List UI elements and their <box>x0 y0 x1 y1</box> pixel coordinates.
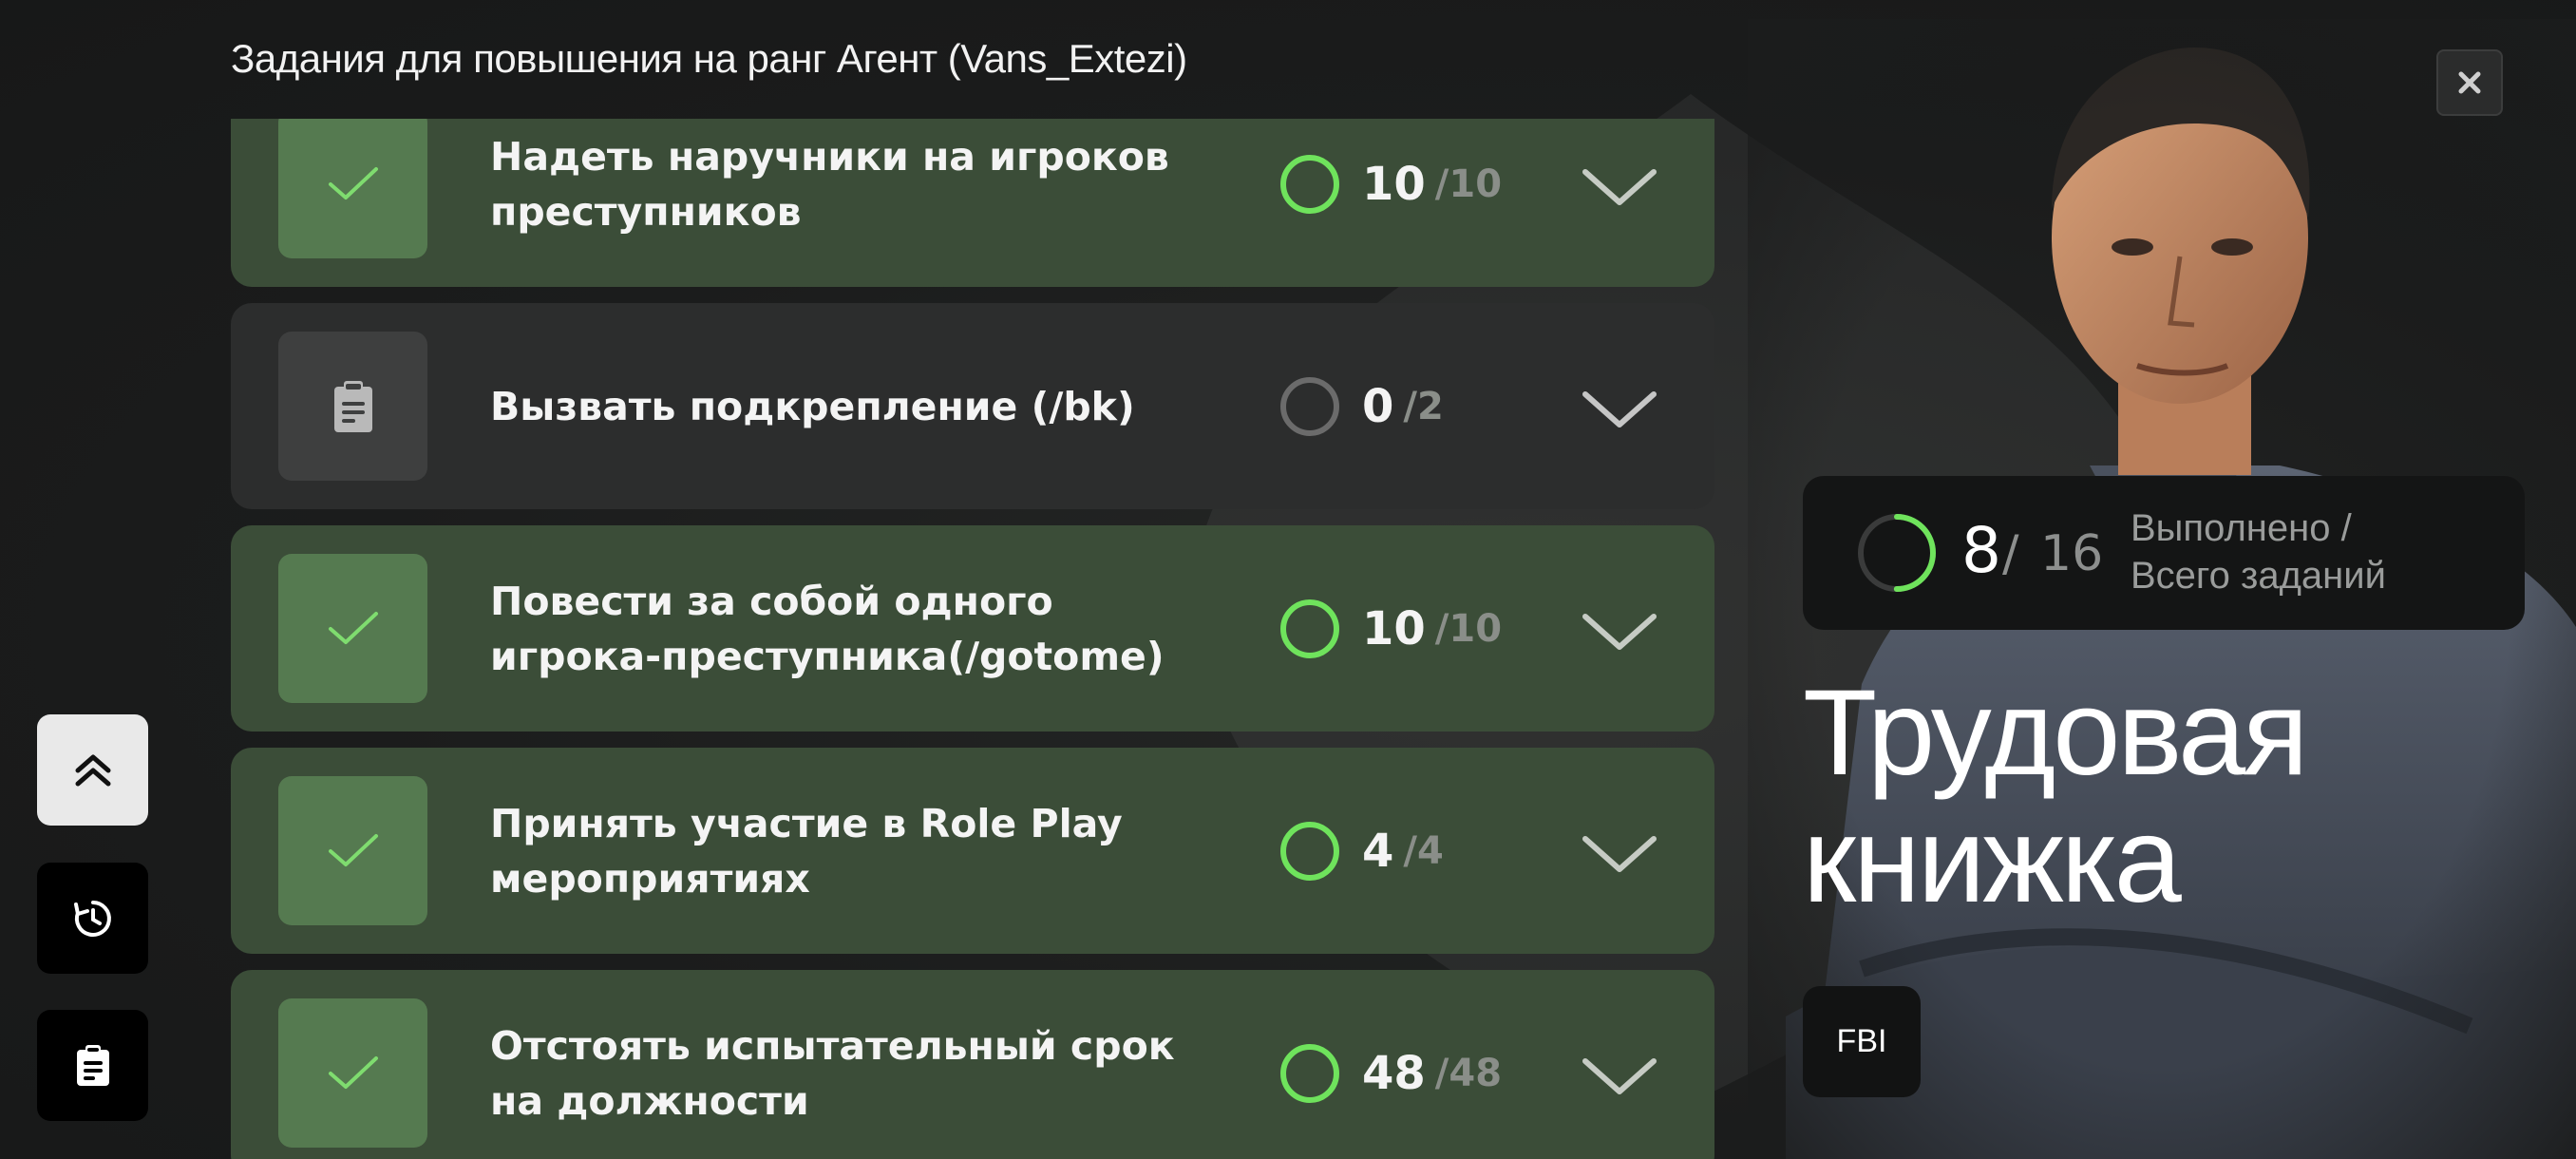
task-title: Повести за собой одного игрока-преступни… <box>490 578 1165 679</box>
chevron-down-icon <box>1582 391 1657 428</box>
task-progress: 10 / 10 <box>1280 119 1502 287</box>
history-timer-icon <box>73 900 111 937</box>
task-title: Вызвать подкрепление (/bk) <box>490 383 1135 429</box>
progress-total: 2 <box>1417 384 1444 428</box>
task-card[interactable]: Надеть наручники на игроков преступников… <box>231 119 1714 287</box>
tasks-summary-card: 8 / 16 Выполнено / Всего заданий <box>1803 476 2525 630</box>
progress-separator: / <box>1434 1051 1449 1095</box>
check-icon <box>328 1055 378 1089</box>
progress-current: 10 <box>1362 157 1426 211</box>
tasks-summary-label: Выполнено / Всего заданий <box>2131 507 2386 597</box>
chevron-down-icon <box>1582 836 1657 872</box>
task-status-icon <box>278 332 427 481</box>
progress-separator: / <box>1434 162 1449 206</box>
task-progress: 4 / 4 <box>1280 748 1444 954</box>
progress-total: 10 <box>1449 606 1503 651</box>
clipboard-icon <box>76 1044 109 1086</box>
progress-current: 0 <box>1362 379 1394 433</box>
task-card[interactable]: Вызвать подкрепление (/bk) 0 / 2 <box>231 303 1714 509</box>
page-title: Задания для повышения на ранг Агент (Van… <box>231 36 1187 81</box>
tasks-total-count: 16 <box>2040 525 2104 582</box>
double-chevron-up-icon <box>75 754 110 786</box>
progress-total: 10 <box>1449 162 1503 206</box>
tasks-separator: / <box>2002 525 2019 582</box>
task-list[interactable]: Надеть наручники на игроков преступников… <box>231 119 1714 1159</box>
scroll-to-top-button[interactable] <box>37 714 148 826</box>
progress-separator: / <box>1403 384 1418 428</box>
task-status-icon <box>278 119 427 258</box>
progress-total: 48 <box>1449 1051 1503 1095</box>
close-button[interactable] <box>2436 49 2503 116</box>
chevron-down-icon <box>1582 1058 1657 1094</box>
check-icon <box>328 166 378 200</box>
task-status-icon <box>278 776 427 925</box>
tasks-button[interactable] <box>37 1010 148 1121</box>
progress-current: 48 <box>1362 1046 1426 1100</box>
task-progress: 48 / 48 <box>1280 970 1502 1159</box>
progress-ring-icon <box>1280 1043 1339 1103</box>
chevron-down-icon <box>1582 169 1657 205</box>
history-button[interactable] <box>37 863 148 974</box>
task-card[interactable]: Отстоять испытательный срок на должности… <box>231 970 1714 1159</box>
chevron-down-icon <box>1582 614 1657 650</box>
work-book-title: Трудовая книжка <box>1803 665 2308 928</box>
task-status-icon <box>278 998 427 1148</box>
expand-task-button[interactable] <box>1580 603 1659 660</box>
task-title: Надеть наручники на игроков преступников <box>490 133 1169 235</box>
progress-current: 4 <box>1362 824 1394 878</box>
task-progress: 0 / 2 <box>1280 303 1444 509</box>
check-icon <box>328 833 378 866</box>
clipboard-icon <box>333 380 372 432</box>
progress-ring-icon <box>1280 376 1339 436</box>
progress-separator: / <box>1403 828 1418 873</box>
progress-ring-icon <box>1280 154 1339 214</box>
progress-ring-icon <box>1280 821 1339 881</box>
expand-task-button[interactable] <box>1580 381 1659 438</box>
progress-current: 10 <box>1362 601 1426 656</box>
check-icon <box>328 611 378 644</box>
task-status-icon <box>278 554 427 703</box>
tasks-done-count: 8 <box>1961 514 2001 587</box>
task-card[interactable]: Повести за собой одного игрока-преступни… <box>231 525 1714 732</box>
close-icon <box>2458 71 2481 94</box>
completion-ring-icon <box>1858 514 1936 592</box>
progress-ring-icon <box>1280 598 1339 658</box>
expand-task-button[interactable] <box>1580 826 1659 883</box>
task-card[interactable]: Принять участие в Role Play мероприятиях… <box>231 748 1714 954</box>
expand-task-button[interactable] <box>1580 159 1659 216</box>
expand-task-button[interactable] <box>1580 1048 1659 1105</box>
work-book-screen: Задания для повышения на ранг Агент (Van… <box>0 0 2576 1159</box>
progress-total: 4 <box>1417 828 1444 873</box>
task-title: Отстоять испытательный срок на должности <box>490 1022 1175 1124</box>
task-progress: 10 / 10 <box>1280 525 1502 732</box>
progress-separator: / <box>1434 606 1449 651</box>
organization-badge: FBI <box>1803 986 1921 1097</box>
task-title: Принять участие в Role Play мероприятиях <box>490 800 1123 902</box>
